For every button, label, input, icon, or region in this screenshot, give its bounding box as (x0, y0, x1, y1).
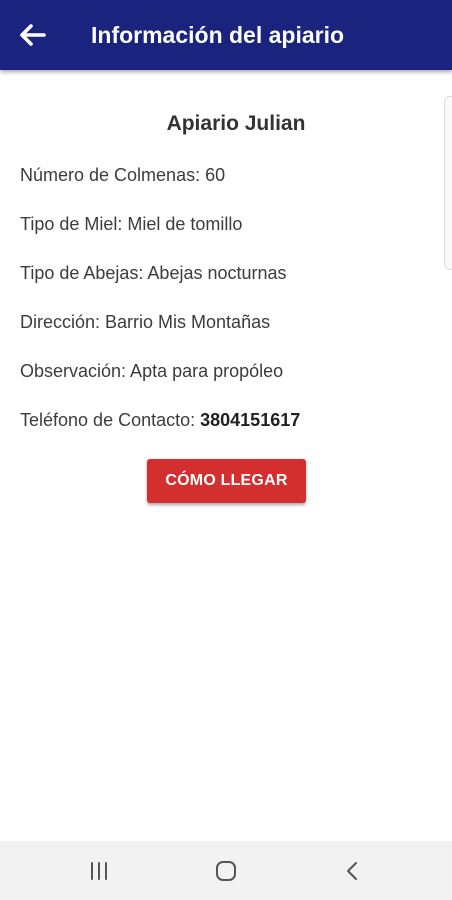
arrow-left-icon (20, 24, 46, 46)
page-title: Información del apiario (91, 22, 345, 48)
contact-phone-row: Teléfono de Contacto: 3804151617 (20, 410, 300, 431)
recent-apps-button[interactable] (69, 841, 129, 900)
contact-phone-label: Teléfono de Contacto: (20, 410, 201, 430)
hive-count-text: Número de Colmenas: 60 (20, 165, 226, 185)
contact-phone-value[interactable]: 3804151617 (200, 410, 300, 430)
back-chevron-icon (347, 861, 357, 880)
directions-button[interactable]: CÓMO LLEGAR (147, 459, 306, 503)
bee-type-text: Tipo de Abejas: Abejas nocturnas (20, 263, 287, 283)
apiary-name: Apiario Julian (166, 112, 306, 135)
home-button[interactable] (196, 841, 256, 900)
honey-type-text: Tipo de Miel: Miel de tomillo (20, 214, 243, 234)
observation-text: Observación: Apta para propóleo (20, 361, 284, 381)
app-bar: Información del apiario (0, 0, 452, 70)
address-text: Dirección: Barrio Mis Montañas (20, 312, 271, 332)
home-icon (216, 860, 236, 881)
back-button[interactable] (10, 13, 54, 57)
recent-apps-icon (91, 861, 107, 880)
system-back-button[interactable] (322, 841, 382, 900)
system-nav-bar (0, 841, 452, 900)
